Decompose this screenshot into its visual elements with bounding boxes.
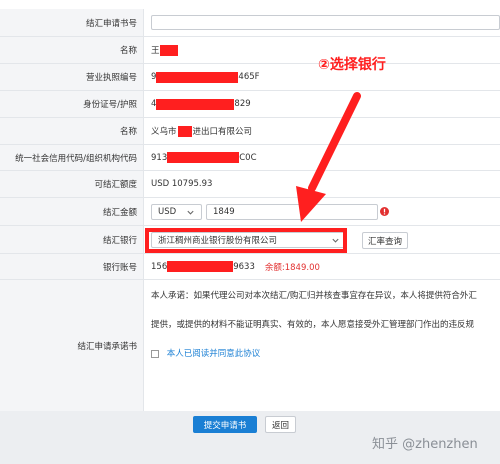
id-suffix: 829	[234, 99, 251, 109]
promise-line-2: 提供，或提供的材料不能证明真实、有效的，本人愿意接受外汇管理部门作出的违反规	[151, 320, 475, 330]
balance-text: 余额:1849.00	[264, 262, 320, 273]
agree-checkbox[interactable]	[151, 349, 159, 358]
label-company-name: 名称	[0, 118, 144, 144]
credit-prefix: 913	[151, 152, 168, 163]
label-available-amount: 可结汇额度	[0, 171, 144, 197]
redaction-mark	[177, 125, 192, 137]
license-suffix: 465F	[238, 72, 260, 82]
agree-text: 本人已阅读并同意此协议	[166, 349, 261, 359]
bottom-bar: 提交申请书 返回 知乎 @zhenzhen	[0, 411, 500, 464]
label-name: 名称	[0, 37, 144, 63]
redaction-mark	[156, 71, 239, 83]
row-application-number: 结汇申请书号	[0, 9, 500, 37]
available-amount-value: USD 10795.93	[151, 179, 213, 189]
credit-suffix: C0C	[239, 152, 257, 163]
label-business-license: 营业执照编号	[0, 64, 144, 90]
row-bank-account: 银行账号 156 9633 余额:1849.00	[0, 254, 500, 280]
submit-button[interactable]: 提交申请书	[193, 416, 257, 433]
currency-selected: USD	[158, 207, 177, 217]
row-credit-code: 统一社会信用代码/组织机构代码 913 C0C	[0, 145, 500, 171]
application-number-input[interactable]	[151, 15, 500, 30]
promise-content: 本人承诺：如果代理公司对本次结汇/购汇归并核查事宜存在异议，本人将提供符合外汇 …	[151, 290, 500, 359]
label-bank-account: 银行账号	[0, 254, 144, 279]
annotation-label: ②选择银行	[318, 57, 386, 73]
company-suffix: 进出口有限公司	[192, 127, 253, 137]
row-business-license: 营业执照编号 9 465F	[0, 64, 500, 91]
exchange-rate-button[interactable]: 汇率查询	[362, 232, 408, 249]
amount-value: 1849	[213, 207, 235, 217]
row-available-amount: 可结汇额度 USD 10795.93	[0, 171, 500, 198]
row-name: 名称 王	[0, 37, 500, 64]
label-settlement-amount: 结汇金额	[0, 198, 144, 225]
promise-line-1: 本人承诺：如果代理公司对本次结汇/购汇归并核查事宜存在异议，本人将提供符合外汇	[151, 291, 477, 301]
label-application-number: 结汇申请书号	[0, 9, 144, 36]
redaction-mark	[159, 44, 178, 56]
row-promise: 结汇申请承诺书 本人承诺：如果代理公司对本次结汇/购汇归并核查事宜存在异议，本人…	[0, 280, 500, 411]
highlight-box	[145, 228, 347, 253]
row-settlement-amount: 结汇金额 USD 1849	[0, 198, 500, 226]
account-suffix: 9633	[233, 261, 255, 272]
agree-row[interactable]: 本人已阅读并同意此协议	[151, 347, 500, 359]
label-id-passport: 身份证号/护照	[0, 91, 144, 117]
row-id-passport: 身份证号/护照 4 829	[0, 91, 500, 118]
name-value: 王	[151, 46, 160, 56]
alert-icon	[380, 207, 389, 216]
redaction-mark	[156, 98, 235, 110]
label-promise: 结汇申请承诺书	[0, 280, 144, 411]
amount-input[interactable]: 1849	[206, 204, 378, 220]
redaction-mark	[167, 261, 234, 272]
label-credit-code: 统一社会信用代码/组织机构代码	[0, 145, 144, 170]
redaction-mark	[167, 152, 240, 163]
company-prefix: 义乌市	[151, 127, 177, 137]
watermark: 知乎 @zhenzhen	[372, 437, 478, 452]
back-button[interactable]: 返回	[265, 416, 296, 433]
label-settlement-bank: 结汇银行	[0, 226, 144, 253]
row-company-name: 名称 义乌市 进出口有限公司	[0, 118, 500, 145]
currency-select[interactable]: USD	[151, 204, 202, 220]
chevron-down-icon	[187, 210, 194, 215]
account-prefix: 156	[151, 261, 168, 272]
